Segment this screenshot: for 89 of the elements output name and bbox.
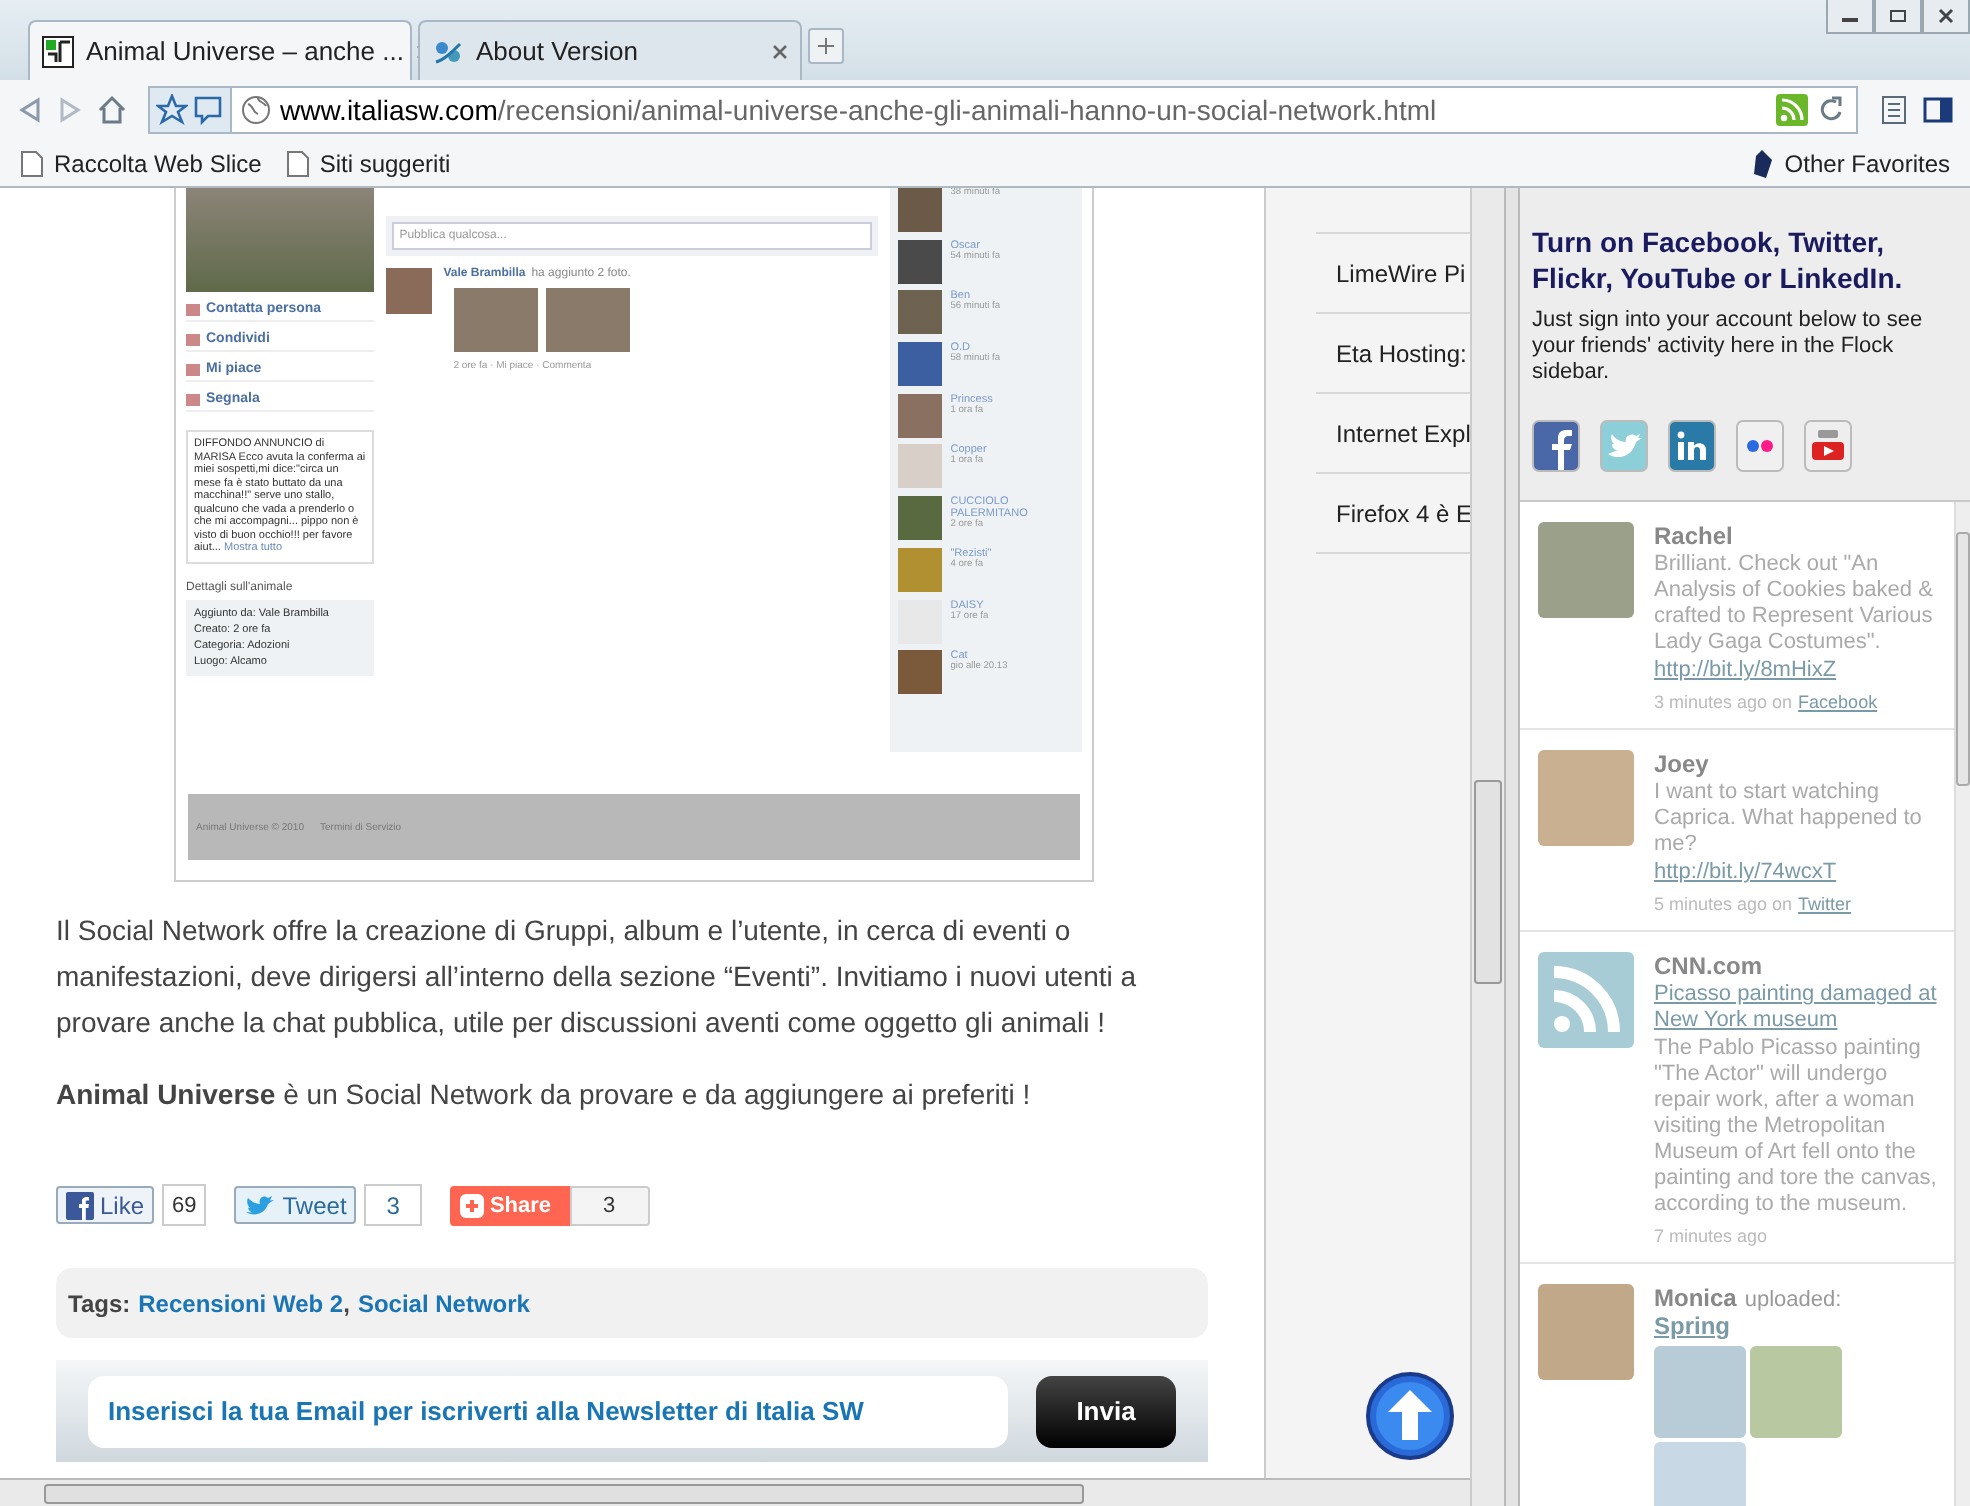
tweet-button[interactable]: Tweet [234,1186,357,1224]
feed-timestamp: 7 minutes ago [1654,1226,1768,1246]
minimize-icon[interactable] [1826,0,1874,34]
feed-author: CNN.com [1654,952,1765,980]
page-icon [20,149,44,177]
pet-photo-placeholder [898,444,943,489]
facebook-icon[interactable] [1532,420,1580,472]
scroll-to-top-button[interactable] [1366,1372,1454,1460]
flickr-icon[interactable] [1736,420,1784,472]
feed-action-text: uploaded: [1744,1288,1842,1312]
share-count: 3 [364,1184,422,1226]
horizontal-scrollbar[interactable] [0,1478,1470,1506]
bird-icon [244,1193,277,1217]
feed-status-text: I want to start watching Caprica. What happened to me? [1654,780,1924,858]
share-button[interactable]: Share [449,1185,570,1225]
tag-icon [1750,147,1775,179]
feed-scrollbar[interactable] [1954,502,1970,1506]
photo-placeholder [453,288,538,352]
album-link[interactable]: Spring [1654,1314,1938,1340]
back-icon[interactable] [16,96,44,124]
rss-feed-icon [1538,952,1634,1048]
pet-photo-placeholder [898,496,943,541]
feed-status-text: Brilliant. Check out "An Analysis of Cookies baked & crafted to Represent Various Lady Gaga Costumes". [1654,552,1935,656]
reload-icon[interactable] [1816,94,1848,126]
plus-icon [459,1193,484,1217]
other-favorites-button[interactable]: Other Favorites [1750,147,1950,179]
pet-photo-placeholder [898,547,943,592]
rss-feed-icon[interactable] [1776,94,1808,126]
star-icon[interactable] [156,94,188,126]
bookmark-link[interactable]: Siti suggeriti [285,149,451,177]
feed-author: Rachel [1654,522,1735,550]
sidebar-heading: Turn on Facebook, Twitter, Flickr, YouTube or LinkedIn. [1532,224,1905,296]
menu-bullet-icon [186,333,200,345]
speech-bubble-icon[interactable] [192,94,224,126]
feed-link[interactable]: http://bit.ly/74wcxT [1654,860,1938,886]
pet-photo-placeholder [898,650,943,695]
feed-timestamp: 3 minutes ago on [1654,692,1793,712]
feed-source-link[interactable]: Facebook [1798,692,1878,712]
sidebar-text: Just sign into your account below to see your friends' activity here in the Flock sidebar. [1532,308,1925,386]
pet-photo-placeholder [898,188,943,232]
tag-link[interactable]: Recensioni Web 2 [138,1289,344,1317]
pet-photo-placeholder [898,342,943,387]
pet-photo-placeholder [898,239,943,284]
page-icon [285,149,310,177]
vertical-scrollbar[interactable] [1470,188,1504,1506]
menu-bullet-icon [186,393,200,405]
menu-bullet-icon [186,363,200,375]
linkedin-icon[interactable] [1668,420,1716,472]
pet-photo-placeholder [898,393,943,438]
youtube-icon[interactable] [1804,420,1852,472]
feed-source-link[interactable]: Twitter [1798,894,1852,914]
address-bar[interactable]: www.italiasw.com/recensioni/animal-universe-anche-gli-animali-hanno-un-social-network.html [148,86,1858,134]
feed-link[interactable]: http://bit.ly/8mHixZ [1654,658,1938,684]
submit-button[interactable]: Invia [1036,1375,1176,1447]
like-button[interactable]: Like [56,1186,155,1224]
tag-link[interactable]: Social Network [357,1289,530,1317]
article-paragraph: Animal Universe è un Social Network da provare e da aggiungere ai preferiti ! [56,1076,1033,1114]
close-icon[interactable] [772,43,788,59]
feed-author: Joey [1654,750,1711,778]
separator: , [343,1289,350,1317]
feed-headline-link[interactable]: Picasso painting damaged at New York museum [1654,982,1938,1034]
home-icon[interactable] [96,94,128,126]
sidebar-toggle-icon[interactable] [1922,94,1954,126]
tags-label: Tags: [68,1289,131,1317]
avatar-photo-placeholder [1538,750,1634,846]
site-favicon-icon [42,35,74,67]
menu-bullet-icon [186,303,200,315]
facebook-logo-icon [66,1191,94,1219]
close-icon[interactable] [1922,0,1970,34]
share-count: 3 [569,1185,650,1225]
url-text: www.italiasw.com/recensioni/animal-universe-anche-gli-animali-hanno-un-social-network.html [280,94,1439,126]
globe-icon [240,94,272,126]
bookmark-link[interactable]: Raccolta Web Slice [20,149,262,177]
browser-tab[interactable]: About Version [418,20,802,80]
new-tab-icon[interactable] [808,28,844,64]
article-paragraph: Il Social Network offre la creazione di Gruppi, album e l’utente, in cerca di eventi o manifestazioni, deve dirigersi all’interno della sezione “Eventi”. Invitiamo i nuovi utenti a provare anche la chat pubblica, utile per discussioni aventi come oggetto gli animali ! [56,912,1139,1042]
share-count: 69 [162,1184,207,1226]
avatar-photo-placeholder [385,268,432,314]
avatar-photo-placeholder [1538,1284,1634,1380]
photo-placeholder [545,288,630,352]
feed-timestamp: 5 minutes ago on [1654,894,1793,914]
email-field[interactable]: Inserisci la tua Email per iscriverti alla Newsletter di Italia SW [88,1375,1008,1447]
menu-icon[interactable] [1878,94,1910,126]
browser-tab[interactable]: Animal Universe – anche ... [28,20,412,80]
avatar-photo-placeholder [1538,522,1634,618]
maximize-icon[interactable] [1874,0,1922,34]
feed-author: Monica [1654,1284,1737,1312]
pet-photo-placeholder [898,290,943,335]
feed-news-text: The Pablo Picasso painting "The Actor" will undergo repair work, after a woman visiting the Metropolitan Museum of Art fell onto the painting and tore the canvas, according to the museum. [1654,1036,1938,1218]
